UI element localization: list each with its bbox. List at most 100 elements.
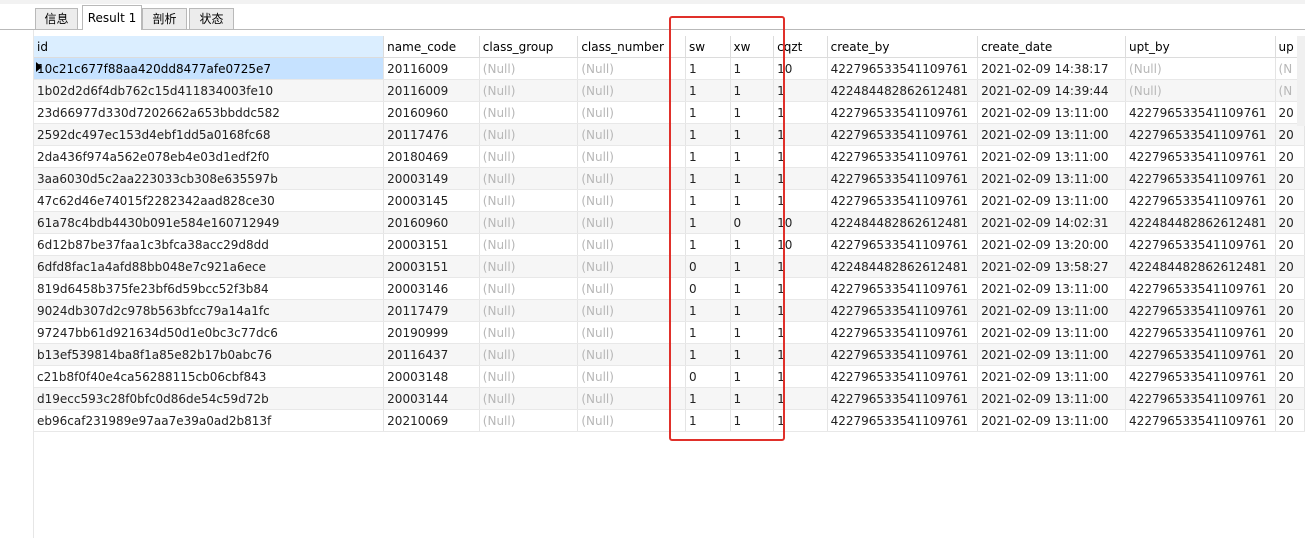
column-header-upt-by[interactable]: upt_by	[1125, 36, 1276, 58]
cell-upt-by[interactable]: 422796533541109761	[1125, 145, 1276, 168]
cell-name-code[interactable]: 20160960	[383, 101, 480, 124]
cell-upt-by[interactable]: 422484482862612481	[1125, 255, 1276, 278]
cell-xw[interactable]: 1	[730, 233, 775, 256]
cell-xw[interactable]: 1	[730, 343, 775, 366]
cell-create-date[interactable]: 2021-02-09 13:11:00	[977, 387, 1127, 410]
cell-class-group[interactable]: (Null)	[479, 233, 579, 256]
column-header-cqzt[interactable]: cqzt	[773, 36, 828, 58]
cell-name-code[interactable]: 20003148	[383, 365, 480, 388]
cell-up[interactable]: 20	[1275, 167, 1305, 190]
cell-xw[interactable]: 1	[730, 167, 775, 190]
cell-name-code[interactable]: 20003145	[383, 189, 480, 212]
cell-cqzt[interactable]: 1	[773, 123, 828, 146]
cell-class-number[interactable]: (Null)	[577, 145, 687, 168]
cell-upt-by[interactable]: (Null)	[1125, 79, 1276, 102]
cell-name-code[interactable]: 20180469	[383, 145, 480, 168]
cell-upt-by[interactable]: 422796533541109761	[1125, 299, 1276, 322]
cell-upt-by[interactable]: 422796533541109761	[1125, 233, 1276, 256]
cell-cqzt[interactable]: 1	[773, 343, 828, 366]
cell-xw[interactable]: 1	[730, 189, 775, 212]
cell-up[interactable]: 20	[1275, 321, 1305, 344]
cell-xw[interactable]: 0	[730, 211, 775, 234]
cell-id[interactable]: 10c21c677f88aa420dd8477afe0725e7	[34, 57, 385, 80]
cell-name-code[interactable]: 20116009	[383, 57, 480, 80]
cell-class-group[interactable]: (Null)	[479, 145, 579, 168]
cell-class-number[interactable]: (Null)	[577, 321, 687, 344]
cell-upt-by[interactable]: 422796533541109761	[1125, 409, 1276, 432]
cell-create-date[interactable]: 2021-02-09 13:11:00	[977, 189, 1127, 212]
cell-class-number[interactable]: (Null)	[577, 211, 687, 234]
cell-create-by[interactable]: 422796533541109761	[827, 299, 979, 322]
cell-create-date[interactable]: 2021-02-09 13:11:00	[977, 145, 1127, 168]
cell-class-group[interactable]: (Null)	[479, 343, 579, 366]
cell-create-by[interactable]: 422796533541109761	[827, 409, 979, 432]
table-row[interactable]: 9024db307d2c978b563bfcc79a14a1fc 20117479…	[34, 299, 1305, 322]
vertical-scrollbar[interactable]	[1297, 36, 1305, 126]
cell-create-date[interactable]: 2021-02-09 14:39:44	[977, 79, 1127, 102]
table-row[interactable]: 2da436f974a562e078eb4e03d1edf2f0 20180469…	[34, 145, 1305, 168]
cell-name-code[interactable]: 20003151	[383, 233, 480, 256]
cell-cqzt[interactable]: 1	[773, 145, 828, 168]
cell-sw[interactable]: 1	[685, 233, 731, 256]
cell-cqzt[interactable]: 1	[773, 277, 828, 300]
cell-cqzt[interactable]: 1	[773, 365, 828, 388]
column-header-class-group[interactable]: class_group	[479, 36, 579, 58]
cell-cqzt[interactable]: 1	[773, 321, 828, 344]
cell-class-group[interactable]: (Null)	[479, 365, 579, 388]
cell-xw[interactable]: 1	[730, 409, 775, 432]
cell-cqzt[interactable]: 1	[773, 387, 828, 410]
cell-class-number[interactable]: (Null)	[577, 189, 687, 212]
cell-sw[interactable]: 1	[685, 145, 731, 168]
cell-sw[interactable]: 0	[685, 365, 731, 388]
cell-create-date[interactable]: 2021-02-09 14:38:17	[977, 57, 1127, 80]
cell-create-date[interactable]: 2021-02-09 13:58:27	[977, 255, 1127, 278]
cell-id[interactable]: 6dfd8fac1a4afd88bb048e7c921a6ece	[34, 255, 385, 278]
cell-id[interactable]: 97247bb61d921634d50d1e0bc3c77dc6	[34, 321, 385, 344]
table-row[interactable]: 2592dc497ec153d4ebf1dd5a0168fc68 20117476…	[34, 123, 1305, 146]
cell-id[interactable]: 23d66977d330d7202662a653bbddc582	[34, 101, 385, 124]
cell-create-by[interactable]: 422796533541109761	[827, 321, 979, 344]
cell-upt-by[interactable]: 422796533541109761	[1125, 277, 1276, 300]
cell-create-by[interactable]: 422796533541109761	[827, 277, 979, 300]
cell-sw[interactable]: 1	[685, 409, 731, 432]
cell-create-by[interactable]: 422484482862612481	[827, 211, 979, 234]
cell-up[interactable]: 20	[1275, 365, 1305, 388]
cell-create-by[interactable]: 422796533541109761	[827, 145, 979, 168]
cell-id[interactable]: 9024db307d2c978b563bfcc79a14a1fc	[34, 299, 385, 322]
cell-create-date[interactable]: 2021-02-09 14:02:31	[977, 211, 1127, 234]
cell-xw[interactable]: 1	[730, 365, 775, 388]
cell-sw[interactable]: 1	[685, 57, 731, 80]
column-header-xw[interactable]: xw	[730, 36, 775, 58]
cell-create-date[interactable]: 2021-02-09 13:20:00	[977, 233, 1127, 256]
cell-name-code[interactable]: 20003146	[383, 277, 480, 300]
cell-create-date[interactable]: 2021-02-09 13:11:00	[977, 101, 1127, 124]
cell-xw[interactable]: 1	[730, 277, 775, 300]
cell-class-number[interactable]: (Null)	[577, 299, 687, 322]
cell-name-code[interactable]: 20116437	[383, 343, 480, 366]
cell-sw[interactable]: 1	[685, 299, 731, 322]
cell-xw[interactable]: 1	[730, 321, 775, 344]
cell-xw[interactable]: 1	[730, 255, 775, 278]
cell-create-by[interactable]: 422796533541109761	[827, 123, 979, 146]
tab-result-1[interactable]: Result 1	[82, 5, 142, 30]
cell-create-date[interactable]: 2021-02-09 13:11:00	[977, 321, 1127, 344]
cell-up[interactable]: 20	[1275, 277, 1305, 300]
column-header-class-number[interactable]: class_number	[577, 36, 687, 58]
cell-cqzt[interactable]: 10	[773, 211, 828, 234]
cell-up[interactable]: 20	[1275, 255, 1305, 278]
cell-class-number[interactable]: (Null)	[577, 123, 687, 146]
cell-cqzt[interactable]: 1	[773, 409, 828, 432]
cell-upt-by[interactable]: 422484482862612481	[1125, 211, 1276, 234]
cell-create-by[interactable]: 422796533541109761	[827, 365, 979, 388]
cell-upt-by[interactable]: 422796533541109761	[1125, 321, 1276, 344]
cell-name-code[interactable]: 20003149	[383, 167, 480, 190]
cell-upt-by[interactable]: 422796533541109761	[1125, 189, 1276, 212]
tab-status[interactable]: 状态	[189, 8, 234, 29]
tab-profile[interactable]: 剖析	[142, 8, 187, 29]
cell-id[interactable]: 2da436f974a562e078eb4e03d1edf2f0	[34, 145, 385, 168]
cell-id[interactable]: 819d6458b375fe23bf6d59bcc52f3b84	[34, 277, 385, 300]
cell-cqzt[interactable]: 1	[773, 299, 828, 322]
cell-up[interactable]: 20	[1275, 211, 1305, 234]
cell-sw[interactable]: 1	[685, 321, 731, 344]
cell-class-group[interactable]: (Null)	[479, 79, 579, 102]
